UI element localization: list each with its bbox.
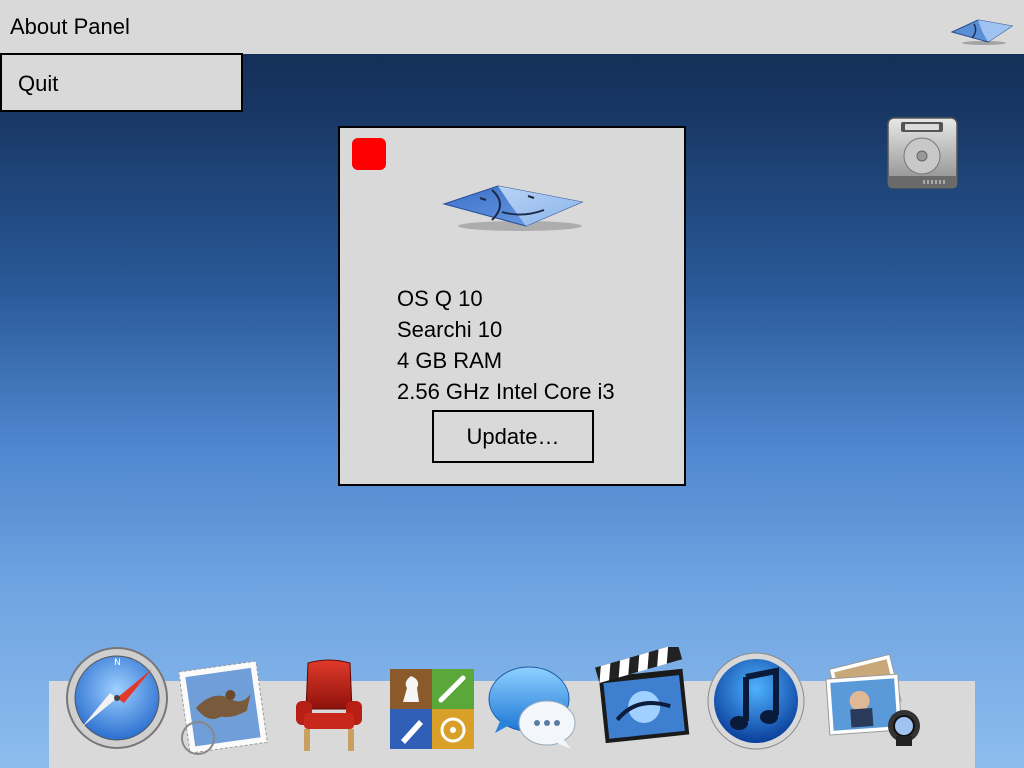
app-menu-title[interactable]: About Panel [10, 14, 130, 40]
menu-item-quit[interactable]: Quit [18, 71, 58, 97]
ram-text: 4 GB RAM [397, 348, 503, 373]
app-menu-dropdown: Quit [0, 53, 243, 112]
processor-text: 2.56 GHz Intel Core i3 [397, 379, 615, 404]
menu-bar: About Panel [0, 0, 1024, 54]
itunes-icon[interactable] [706, 651, 806, 751]
update-button[interactable]: Update… [432, 410, 594, 463]
finder-icon[interactable] [948, 14, 1016, 46]
svg-text:N: N [114, 658, 121, 668]
iphoto-icon[interactable] [822, 652, 926, 748]
game-center-icon[interactable] [389, 668, 475, 750]
finder-icon [442, 185, 584, 231]
close-button[interactable] [352, 138, 386, 170]
os-version-text: OS Q 10 [397, 286, 483, 311]
safari-icon[interactable]: N [64, 641, 170, 751]
messages-icon[interactable] [487, 663, 579, 751]
about-panel: OS Q 10 Searchi 10 4 GB RAM 2.56 GHz Int… [338, 126, 686, 486]
hard-drive-icon[interactable] [885, 116, 960, 191]
browser-version-text: Searchi 10 [397, 317, 503, 342]
imovie-icon[interactable] [593, 647, 693, 745]
system-info: OS Q 10 Searchi 10 4 GB RAM 2.56 GHz Int… [397, 283, 615, 407]
chair-icon[interactable] [290, 657, 368, 753]
mail-icon[interactable] [176, 658, 272, 756]
